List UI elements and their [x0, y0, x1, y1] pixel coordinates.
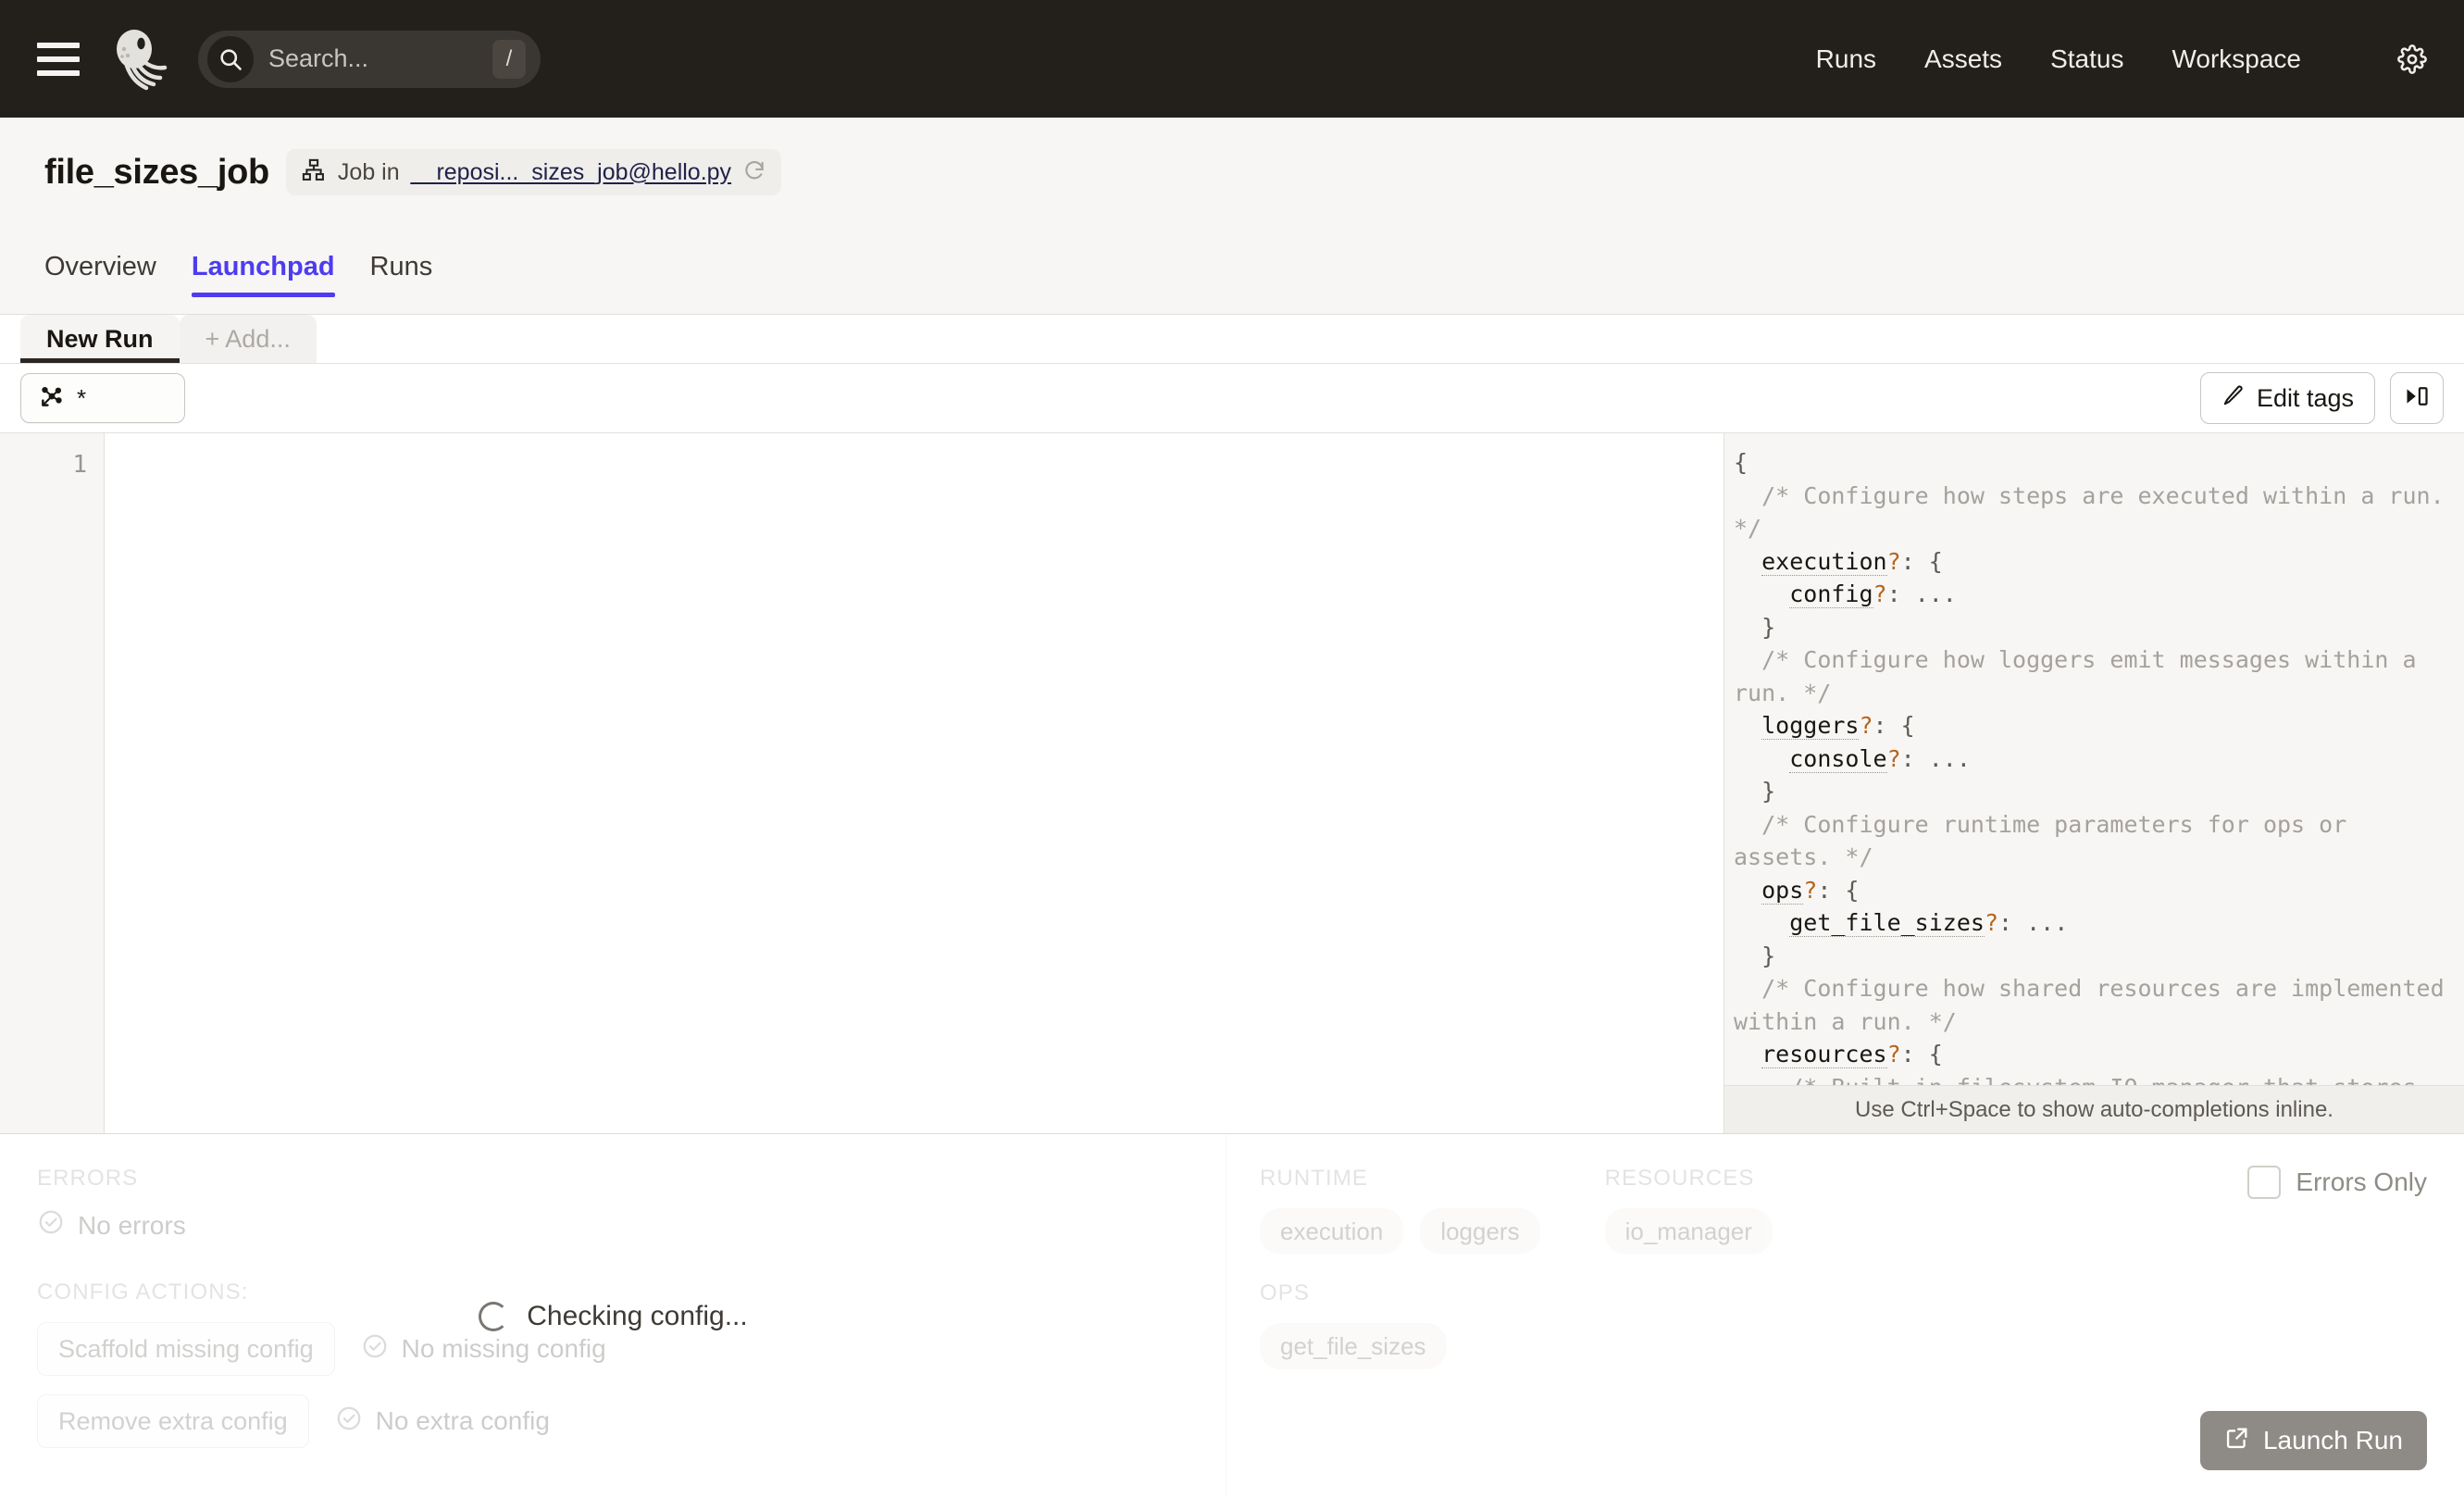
split-panel-button[interactable]: [2390, 372, 2444, 424]
errors-label: ERRORS: [37, 1166, 1188, 1192]
errors-only-checkbox[interactable]: Errors Only: [2247, 1166, 2427, 1199]
schema-comment-line: /* Built-in filesystem IO manager that s…: [1734, 1071, 2455, 1086]
schema-brace-line: }: [1734, 611, 2455, 644]
job-chip-text: Job in: [338, 159, 400, 186]
chip-io-manager[interactable]: io_manager: [1605, 1208, 1773, 1255]
schema-comment-line: /* Configure runtime parameters for ops …: [1734, 808, 2455, 874]
schema-brace-line: {: [1734, 446, 2455, 480]
gear-icon[interactable]: [2397, 44, 2427, 74]
config-action-row: Scaffold missing config No missing confi…: [37, 1322, 1188, 1376]
job-graph-icon: [301, 157, 327, 188]
job-location-chip: Job in __reposi..._sizes_job@hello.py: [286, 149, 781, 195]
page-title: file_sizes_job: [44, 153, 269, 193]
config-action-row: Remove extra config No extra config: [37, 1394, 1188, 1448]
edit-tags-label: Edit tags: [2257, 384, 2354, 413]
editor-line-number-gutter: 1: [0, 433, 105, 1133]
resources-label: RESOURCES: [1605, 1166, 1773, 1192]
line-number: 1: [0, 448, 104, 481]
hamburger-menu-icon[interactable]: [37, 43, 80, 76]
nav-link-assets[interactable]: Assets: [1924, 44, 2002, 74]
resources-chips: io_manager: [1605, 1208, 1773, 1255]
schema-key-line: execution?: {: [1734, 545, 2455, 579]
scaffold-missing-config-button[interactable]: Scaffold missing config: [37, 1322, 335, 1376]
config-schema-panel: { /* Configure how steps are executed wi…: [1724, 433, 2464, 1133]
config-schema-code: { /* Configure how steps are executed wi…: [1724, 433, 2464, 1085]
schema-comment-line: /* Configure how loggers emit messages w…: [1734, 643, 2455, 709]
missing-config-status: No missing config: [361, 1332, 606, 1367]
main-nav-links: Runs Assets Status Workspace: [1816, 44, 2427, 74]
tab-runs[interactable]: Runs: [370, 252, 433, 297]
edit-tags-button[interactable]: Edit tags: [2200, 372, 2375, 424]
config-yaml-editor[interactable]: [105, 433, 1724, 1133]
schema-comment-line: /* Configure how steps are executed with…: [1734, 480, 2455, 545]
errors-status: No errors: [37, 1208, 1188, 1242]
schema-brace-line: }: [1734, 940, 2455, 973]
bottom-right-controls: Errors Only Launch Run: [2200, 1134, 2427, 1498]
runtime-label: RUNTIME: [1260, 1166, 1540, 1192]
schema-brace-line: }: [1734, 775, 2455, 808]
refresh-icon[interactable]: [742, 158, 766, 187]
schema-key-line: console?: ...: [1734, 743, 2455, 776]
launchpad-bottom-panel: ERRORS No errors CONFIG ACTIONS: Scaffol…: [0, 1134, 2464, 1498]
pencil-icon: [2221, 383, 2246, 414]
check-circle-icon: [37, 1208, 65, 1242]
remove-extra-config-button[interactable]: Remove extra config: [37, 1394, 309, 1448]
missing-config-status-text: No missing config: [402, 1334, 606, 1364]
check-circle-icon: [361, 1332, 389, 1367]
nav-link-workspace[interactable]: Workspace: [2172, 44, 2301, 74]
search-shortcut-key: /: [492, 40, 526, 79]
selector-toolbar-actions: Edit tags: [2200, 372, 2444, 424]
extra-config-status: No extra config: [335, 1404, 550, 1439]
runtime-chips: execution loggers: [1260, 1208, 1540, 1255]
check-circle-icon: [335, 1404, 363, 1439]
search-icon: [207, 36, 254, 82]
tab-overview[interactable]: Overview: [44, 252, 156, 297]
schema-hint-text: Use Ctrl+Space to show auto-completions …: [1724, 1085, 2464, 1133]
external-link-icon: [2224, 1425, 2250, 1457]
search-placeholder: Search...: [268, 44, 492, 73]
search-input[interactable]: Search... /: [198, 31, 541, 88]
errors-column: ERRORS No errors CONFIG ACTIONS: Scaffol…: [0, 1134, 1226, 1498]
summary-group-runtime: RUNTIME execution loggers: [1260, 1166, 1540, 1280]
launch-run-label: Launch Run: [2263, 1426, 2403, 1455]
schema-comment-line: /* Configure how shared resources are im…: [1734, 972, 2455, 1038]
dagster-logo-icon[interactable]: [104, 25, 172, 94]
nav-link-runs[interactable]: Runs: [1816, 44, 1876, 74]
schema-key-line: get_file_sizes?: ...: [1734, 906, 2455, 940]
chip-execution[interactable]: execution: [1260, 1208, 1403, 1255]
chip-get-file-sizes[interactable]: get_file_sizes: [1260, 1323, 1447, 1369]
title-row: file_sizes_job Job in __reposi..._sizes_…: [44, 149, 2420, 195]
errors-status-text: No errors: [78, 1211, 186, 1241]
session-tab-bar: New Run + Add...: [0, 315, 2464, 364]
launch-run-button[interactable]: Launch Run: [2200, 1411, 2427, 1470]
schema-key-line: ops?: {: [1734, 874, 2455, 907]
schema-key-line: resources?: {: [1734, 1038, 2455, 1071]
errors-only-label: Errors Only: [2296, 1167, 2427, 1197]
tab-launchpad[interactable]: Launchpad: [192, 252, 335, 297]
config-editor-area: 1 { /* Configure how steps are executed …: [0, 433, 2464, 1134]
page-tabs: Overview Launchpad Runs: [44, 231, 2420, 297]
page-header: file_sizes_job Job in __reposi..._sizes_…: [0, 118, 2464, 315]
extra-config-status-text: No extra config: [376, 1406, 550, 1436]
summary-group-resources: RESOURCES io_manager: [1605, 1166, 1773, 1280]
op-selection-icon: [38, 382, 66, 415]
schema-key-line: loggers?: {: [1734, 709, 2455, 743]
selector-toolbar: * Edit tags: [0, 364, 2464, 433]
session-tab-add[interactable]: + Add...: [180, 315, 317, 363]
split-panel-icon: [2404, 383, 2430, 414]
top-navigation-bar: Search... / Runs Assets Status Workspace: [0, 0, 2464, 118]
op-selection-input[interactable]: *: [20, 373, 185, 423]
repository-link[interactable]: __reposi..._sizes_job@hello.py: [411, 159, 731, 186]
chip-loggers[interactable]: loggers: [1420, 1208, 1539, 1255]
config-actions-label: CONFIG ACTIONS:: [37, 1280, 1188, 1305]
op-selection-value: *: [77, 384, 86, 413]
schema-key-line: config?: ...: [1734, 578, 2455, 611]
nav-link-status[interactable]: Status: [2050, 44, 2123, 74]
session-tab-new-run[interactable]: New Run: [20, 315, 180, 363]
checkbox-box[interactable]: [2247, 1166, 2281, 1199]
